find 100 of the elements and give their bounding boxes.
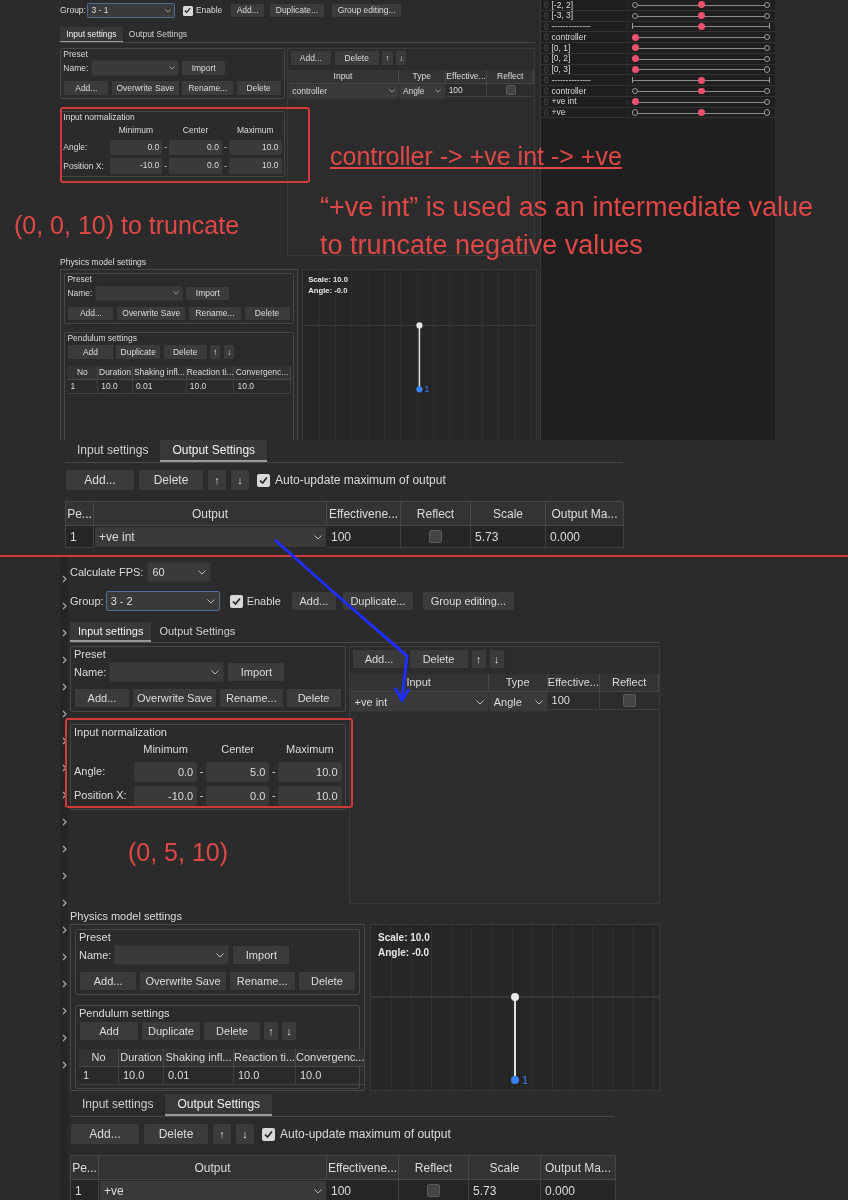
button[interactable]: Delete	[333, 50, 380, 66]
dropdown[interactable]: Angle	[488, 692, 548, 712]
checkbox[interactable]	[427, 1184, 440, 1197]
button[interactable]: Overwrite Save	[139, 971, 227, 991]
button[interactable]: Delete	[162, 344, 208, 360]
slider-thumb[interactable]	[697, 76, 705, 84]
button[interactable]: Delete	[297, 971, 356, 991]
button[interactable]: Overwrite Save	[115, 305, 187, 321]
button[interactable]: Duplicate	[141, 1021, 201, 1041]
button[interactable]: Rename...	[181, 80, 235, 96]
button[interactable]: Import	[232, 945, 291, 965]
button[interactable]: Add...	[70, 1123, 140, 1145]
slider-thumb[interactable]	[632, 44, 640, 52]
button[interactable]: Add...	[67, 305, 115, 321]
button[interactable]: Group editing...	[330, 3, 403, 19]
button[interactable]: Add...	[229, 3, 266, 19]
checkbox[interactable]	[182, 5, 193, 16]
tab[interactable]: Output Settings	[151, 622, 244, 642]
button[interactable]: Add...	[290, 591, 337, 611]
button[interactable]: Add...	[79, 971, 138, 991]
button[interactable]: Import	[227, 662, 286, 682]
button[interactable]: Add	[79, 1021, 139, 1041]
button[interactable]: Delete	[143, 1123, 209, 1145]
button[interactable]: ↑	[263, 1021, 279, 1041]
button[interactable]: Delete	[243, 305, 291, 321]
button[interactable]: ↑	[212, 1123, 232, 1145]
number-field[interactable]: 0.0	[206, 785, 270, 806]
number-field[interactable]: 0.0	[169, 139, 222, 156]
button[interactable]: Add...	[74, 688, 130, 708]
button[interactable]: Delete	[285, 688, 342, 708]
button[interactable]: Add...	[289, 50, 333, 66]
button[interactable]: Delete	[203, 1021, 261, 1041]
button[interactable]: Rename...	[228, 971, 296, 991]
dropdown[interactable]: 60	[147, 562, 212, 582]
button[interactable]: ↓	[395, 50, 408, 66]
checkbox[interactable]	[262, 1127, 275, 1141]
number-field[interactable]: 10.0	[278, 785, 342, 806]
button[interactable]: ↓	[235, 1123, 255, 1145]
tab[interactable]: Output Settings	[165, 1094, 273, 1116]
checkbox[interactable]	[505, 84, 516, 95]
button[interactable]: Overwrite Save	[131, 688, 218, 708]
button[interactable]: ↓	[222, 344, 236, 360]
number-field[interactable]: 10.0	[228, 139, 282, 156]
button[interactable]: ↓	[488, 649, 505, 669]
button[interactable]: ↓	[281, 1021, 297, 1041]
button[interactable]: Overwrite Save	[110, 80, 180, 96]
button[interactable]: Import	[185, 285, 231, 301]
tab[interactable]: Input settings	[65, 440, 161, 462]
number-field[interactable]: 5.0	[206, 761, 270, 782]
button[interactable]: Delete	[408, 649, 469, 669]
tab[interactable]: Input settings	[70, 1094, 166, 1116]
dropdown[interactable]: 3 - 1	[87, 3, 176, 19]
dropdown[interactable]: 3 - 2	[105, 591, 220, 611]
number-field[interactable]: 0.0	[109, 139, 163, 156]
button[interactable]: Group editing...	[421, 591, 515, 611]
tab[interactable]: Input settings	[70, 622, 152, 642]
button[interactable]: Rename...	[219, 688, 284, 708]
number-field[interactable]: 10.0	[278, 761, 342, 782]
number-field[interactable]: 0.0	[134, 761, 198, 782]
table-cell: 0.01	[132, 379, 187, 394]
slider-thumb[interactable]	[632, 33, 640, 41]
checkbox[interactable]	[229, 594, 243, 608]
button[interactable]: Duplicate...	[341, 591, 414, 611]
annotation-text: “+ve int” is used as an intermediate value to truncate negative values	[320, 191, 814, 262]
checkbox[interactable]	[429, 530, 442, 543]
button[interactable]: ↑	[381, 50, 394, 66]
number-field[interactable]: 10.0	[228, 158, 282, 174]
number-field[interactable]: -10.0	[109, 158, 163, 174]
button[interactable]: Rename...	[188, 305, 243, 321]
checkbox[interactable]	[623, 694, 637, 707]
button[interactable]: ↓	[230, 469, 250, 491]
slider-thumb[interactable]	[632, 66, 640, 73]
button[interactable]: Duplicate	[115, 344, 162, 360]
button[interactable]: ↑	[207, 469, 227, 491]
slider-thumb[interactable]	[697, 12, 705, 20]
button[interactable]: Duplicate...	[269, 3, 325, 19]
tab[interactable]: Input settings	[60, 26, 123, 43]
button[interactable]: Add...	[351, 649, 407, 669]
number-field[interactable]: -10.0	[134, 785, 198, 806]
number-field[interactable]: 0.0	[169, 158, 222, 174]
button[interactable]: Add...	[63, 80, 110, 96]
slider-thumb[interactable]	[632, 98, 640, 106]
dropdown[interactable]: +ve int	[94, 526, 327, 548]
slider-thumb[interactable]	[697, 22, 705, 30]
tab[interactable]: Output Settings	[160, 440, 268, 462]
checkbox[interactable]	[257, 473, 270, 487]
button[interactable]: Delete	[138, 469, 204, 491]
dropdown[interactable]: +ve	[99, 1180, 327, 1200]
slider-thumb[interactable]	[697, 1, 705, 9]
dropdown[interactable]: +ve int	[349, 692, 489, 712]
button[interactable]: Import	[181, 60, 227, 76]
button[interactable]: Add...	[65, 469, 135, 491]
slider-thumb[interactable]	[697, 109, 705, 116]
button[interactable]: ↑	[209, 344, 222, 360]
slider-thumb[interactable]	[697, 87, 705, 95]
button[interactable]: Delete	[235, 80, 282, 96]
button[interactable]: Add	[67, 344, 114, 360]
tab[interactable]: Output Settings	[122, 26, 194, 43]
button[interactable]: ↑	[470, 649, 487, 669]
slider-thumb[interactable]	[632, 55, 640, 63]
